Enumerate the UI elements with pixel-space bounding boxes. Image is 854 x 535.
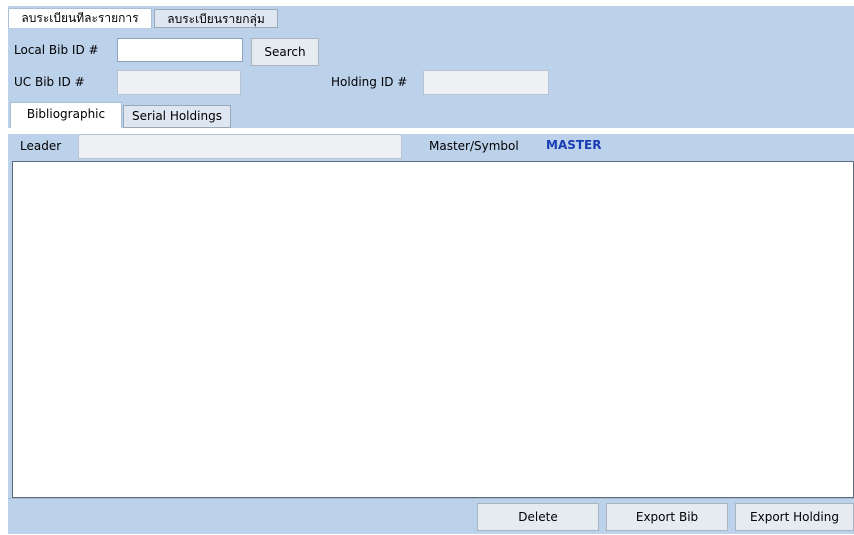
delete-button[interactable]: Delete [477,503,599,531]
uc-bib-id-label: UC Bib ID # [14,75,85,89]
tab-delete-individual[interactable]: ลบระเบียนทีละรายการ [8,8,152,28]
action-bar: Delete Export Bib Export Holding [8,498,854,534]
holding-id-label: Holding ID # [331,75,408,89]
leader-input[interactable] [78,134,402,159]
tab-serial-holdings[interactable]: Serial Holdings [123,105,231,128]
holding-id-input[interactable] [423,70,549,95]
tab-delete-group[interactable]: ลบระเบียนรายกลุ่ม [154,9,278,28]
export-bib-button[interactable]: Export Bib [606,503,728,531]
record-content-area[interactable] [12,161,854,498]
tab-bibliographic[interactable]: Bibliographic [10,102,122,128]
delete-records-panel: ลบระเบียนทีละรายการ ลบระเบียนรายกลุ่ม Lo… [8,6,854,534]
local-bib-id-input[interactable] [117,38,243,62]
search-button[interactable]: Search [251,38,319,66]
export-holding-button[interactable]: Export Holding [735,503,854,531]
local-bib-id-label: Local Bib ID # [14,43,99,57]
master-symbol-label: Master/Symbol [429,139,519,153]
leader-label: Leader [20,139,62,153]
master-symbol-value: MASTER [546,138,602,152]
uc-bib-id-input[interactable] [117,70,241,95]
